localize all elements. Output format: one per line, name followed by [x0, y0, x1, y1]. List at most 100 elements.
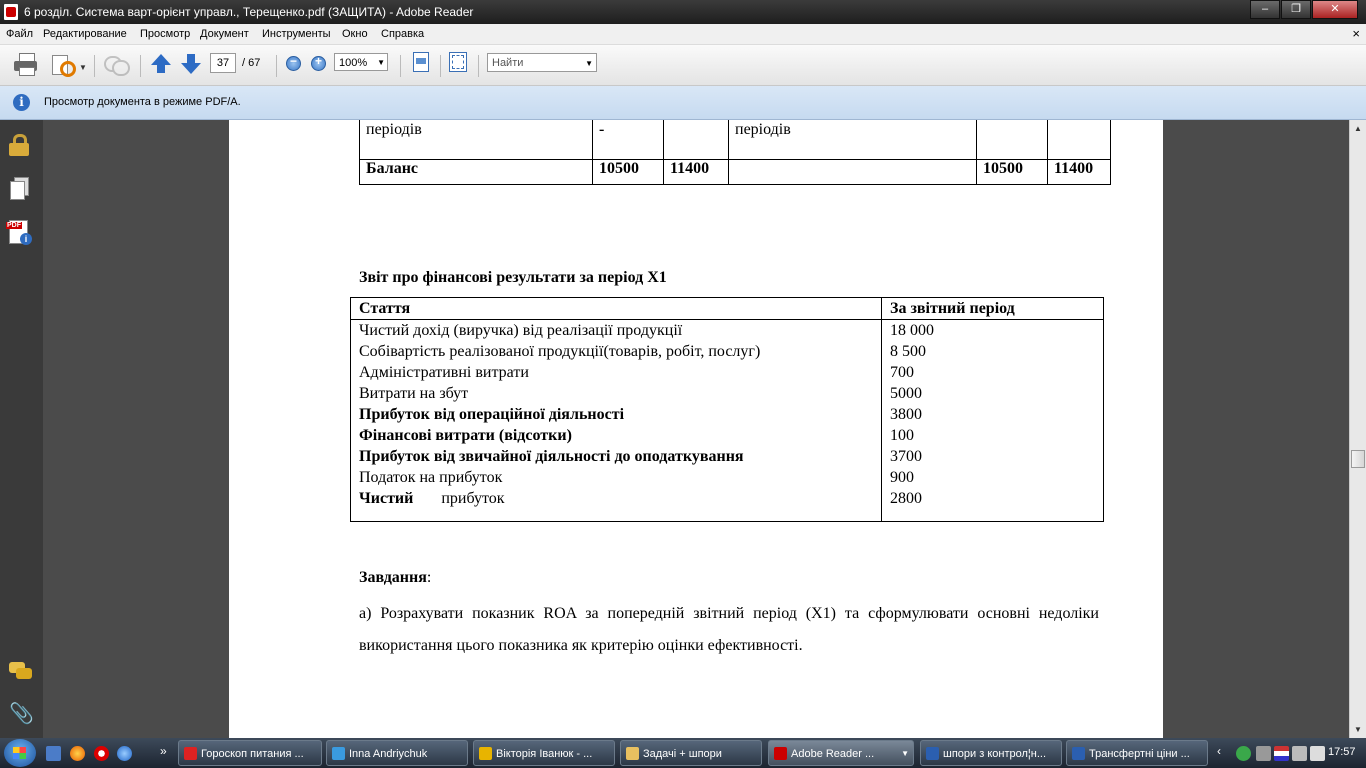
task-heading: Завдання: — [359, 569, 431, 587]
menu-file[interactable]: Файл — [6, 28, 33, 40]
scroll-down-icon[interactable]: ▼ — [1354, 725, 1362, 734]
comments-icon[interactable] — [9, 662, 33, 682]
table-row: Чистий прибуток 2800 — [350, 488, 1104, 522]
table-row: Баланс 10500 11400 10500 11400 — [359, 159, 1111, 185]
comment-review-icon — [104, 53, 130, 76]
table-cell: 11400 — [1047, 159, 1111, 185]
pdf-page: періодів - періодів Баланс 10500 11400 1… — [229, 120, 1163, 738]
menu-tools[interactable]: Инструменты — [262, 28, 331, 40]
internet-explorer-icon[interactable] — [117, 746, 132, 761]
info-icon: i — [13, 94, 30, 111]
scroll-up-icon[interactable]: ▲ — [1354, 124, 1362, 133]
fit-page-icon[interactable] — [413, 52, 429, 72]
start-button[interactable] — [4, 739, 36, 767]
monitor-icon[interactable] — [1292, 746, 1307, 761]
task-heading-text: Завдання — [359, 569, 427, 586]
value-cell: 2800 — [881, 488, 1104, 522]
toolbar-divider — [400, 55, 401, 77]
next-page-icon[interactable] — [180, 53, 202, 75]
table-row: періодів - періодів — [359, 120, 1111, 160]
zoom-select[interactable]: 100% ▼ — [334, 53, 388, 71]
table-cell — [976, 120, 1048, 160]
taskbar-button-active[interactable]: Adobe Reader ... ▼ — [768, 740, 914, 766]
table-row: Чистий дохід (виручка) від реалізації пр… — [350, 319, 1104, 341]
table-cell: 10500 — [976, 159, 1048, 185]
opera-icon — [184, 747, 197, 760]
value-cell: 700 — [881, 362, 1104, 383]
show-desktop-icon[interactable] — [46, 746, 61, 761]
toolbar-divider — [94, 55, 95, 77]
taskbar-button-label: Adobe Reader ... — [791, 748, 875, 760]
fit-width-icon[interactable] — [449, 52, 467, 72]
share-dropdown-icon[interactable]: ▼ — [79, 63, 87, 72]
item-cell: Собівартість реалізованої продукції(това… — [350, 341, 882, 362]
taskbar-button[interactable]: Гороскоп питания ... — [178, 740, 322, 766]
taskbar-button-label: Трансфертні ціни ... — [1089, 748, 1190, 760]
net-profit-label-rest: прибуток — [441, 490, 505, 507]
restore-button[interactable]: ❐ — [1281, 0, 1311, 19]
table-cell: - — [592, 120, 664, 160]
task-text: а) Розрахувати показник ROA за попередні… — [359, 605, 1099, 654]
language-flag-icon[interactable] — [1274, 746, 1289, 761]
table-header-row: Стаття За звітний період — [350, 297, 1104, 320]
close-window-button[interactable]: ✕ — [1312, 0, 1358, 19]
menu-edit[interactable]: Редактирование — [43, 28, 127, 40]
page-number-input[interactable]: 37 — [210, 53, 236, 73]
menu-view[interactable]: Просмотр — [140, 28, 190, 40]
table-cell: Баланс — [359, 159, 593, 185]
table-row: Витрати на збут 5000 — [350, 383, 1104, 404]
item-cell: Чистий дохід (виручка) від реалізації пр… — [350, 319, 882, 341]
clock[interactable]: 17:57 — [1328, 746, 1356, 758]
quicklaunch-more-icon[interactable]: » — [160, 744, 167, 758]
volume-icon[interactable] — [1310, 746, 1325, 761]
title-bar: 6 розділ. Система варт-орієнт управл., Т… — [0, 0, 1366, 24]
table-cell: періодів — [728, 120, 977, 160]
taskbar-button[interactable]: Вікторія Іванюк - ... — [473, 740, 615, 766]
previous-page-icon[interactable] — [150, 53, 172, 75]
table-row: Фінансові витрати (відсотки) 100 — [350, 425, 1104, 446]
taskbar-button[interactable]: шпори з контрол¦н... — [920, 740, 1062, 766]
pages-icon[interactable] — [9, 177, 29, 200]
scroll-thumb[interactable] — [1351, 450, 1365, 468]
income-statement-table: Стаття За звітний період Чистий дохід (в… — [350, 297, 1104, 522]
value-cell: 900 — [881, 467, 1104, 488]
security-icon[interactable] — [1236, 746, 1251, 761]
zoom-out-icon[interactable]: − — [286, 54, 301, 71]
item-cell: Прибуток від звичайної діяльності до опо… — [350, 446, 882, 467]
opera-icon[interactable] — [94, 746, 109, 761]
taskbar-button[interactable]: Inna Andriychuk — [326, 740, 468, 766]
menu-document[interactable]: Документ — [200, 28, 249, 40]
minimize-button[interactable]: – — [1250, 0, 1280, 19]
column-header: Стаття — [350, 297, 882, 320]
taskbar-button[interactable]: Трансфертні ціни ... — [1066, 740, 1208, 766]
value-cell: 8 500 — [881, 341, 1104, 362]
taskbar-scroll-left-icon[interactable]: ‹ — [1217, 744, 1221, 758]
paperclip-icon[interactable]: 📎 — [9, 703, 34, 725]
table-row: Прибуток від операційної діяльності 3800 — [350, 404, 1104, 425]
pdfa-info-bar: i Просмотр документа в режиме PDF/A. — [0, 86, 1366, 120]
chevron-down-icon: ▼ — [901, 749, 909, 758]
task-heading-colon: : — [426, 569, 432, 586]
share-icon[interactable] — [52, 53, 76, 77]
find-input[interactable]: Найти ▼ — [487, 53, 597, 72]
taskbar-button-label: Inna Andriychuk — [349, 748, 428, 760]
toolbar-divider — [478, 55, 479, 77]
lock-icon[interactable] — [9, 134, 29, 156]
vertical-scrollbar[interactable]: ▲ ▼ — [1349, 120, 1366, 738]
word-icon — [1072, 747, 1085, 760]
toolbar-divider — [440, 55, 441, 77]
adobe-reader-icon — [4, 4, 18, 20]
table-cell: 11400 — [663, 159, 729, 185]
firefox-icon[interactable] — [70, 746, 85, 761]
zoom-in-icon[interactable]: + — [311, 54, 326, 71]
close-document-button[interactable]: × — [1352, 26, 1360, 41]
taskbar-button[interactable]: Задачі + шпори — [620, 740, 762, 766]
print-icon[interactable] — [14, 53, 38, 76]
toolbar: ▼ — [0, 45, 1366, 86]
pdf-info-icon[interactable]: PDF i — [6, 220, 35, 248]
menu-window[interactable]: Окно — [342, 28, 368, 40]
table-cell: 10500 — [592, 159, 664, 185]
menu-help[interactable]: Справка — [381, 28, 424, 40]
network-icon[interactable] — [1256, 746, 1271, 761]
table-cell — [728, 159, 977, 185]
